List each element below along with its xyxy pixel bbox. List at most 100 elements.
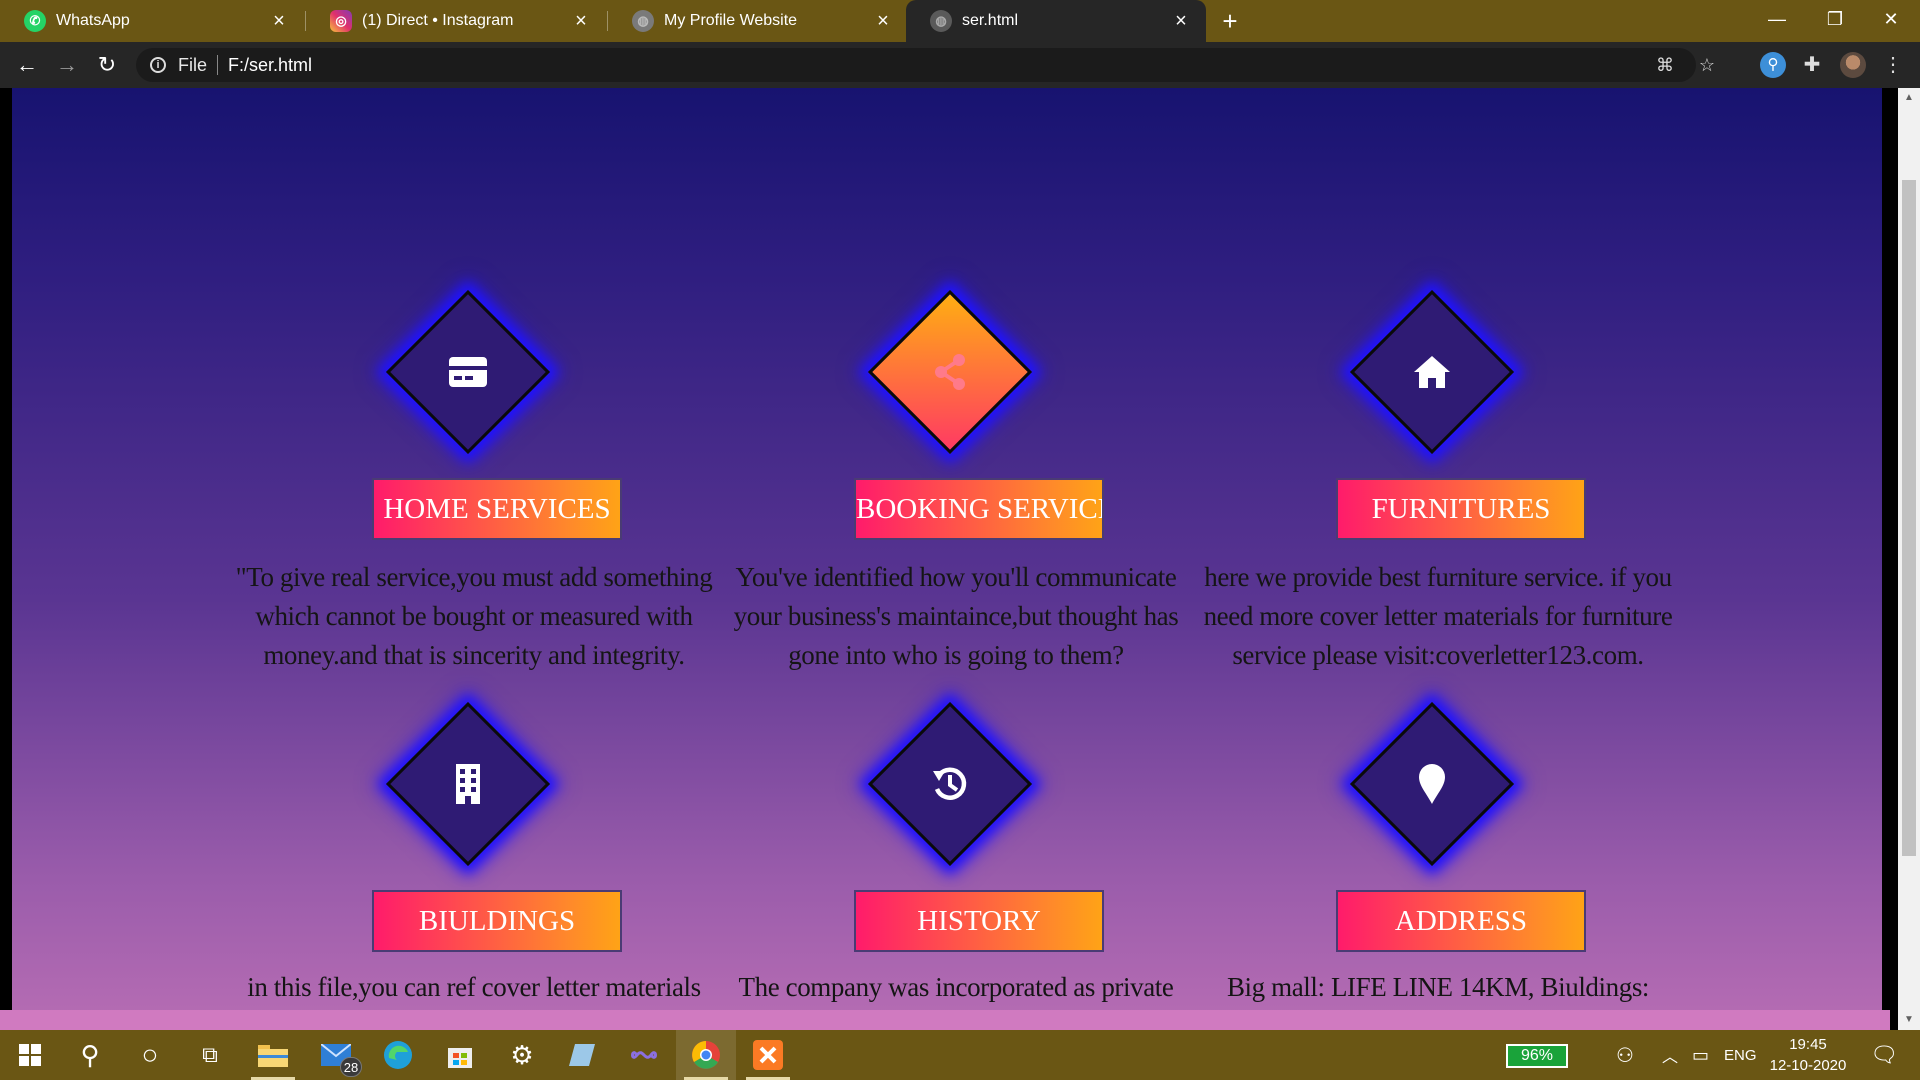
globe-icon: ◍ (632, 10, 654, 32)
store-icon[interactable] (430, 1030, 490, 1080)
biuldings-button[interactable]: BIULDINGS (372, 890, 622, 952)
start-button[interactable] (0, 1030, 60, 1080)
system-clock[interactable]: 19:45 12-10-2020 (1760, 1034, 1856, 1076)
service-description: in this file,you can ref cover letter ma… (194, 968, 754, 1007)
tab-title: WhatsApp (56, 12, 130, 29)
mail-badge: 28 (340, 1057, 362, 1077)
description-line: here we provide best furniture service. … (1204, 562, 1672, 592)
globe-icon: ◍ (930, 10, 952, 32)
booking-service-button[interactable]: BOOKING SERVICE (854, 478, 1104, 540)
close-icon[interactable]: × (570, 10, 592, 32)
tab-my-profile-website[interactable]: ◍ My Profile Website × (608, 0, 908, 42)
description-line: your business's maintaince,but thought h… (733, 601, 1179, 631)
tab-whatsapp[interactable]: ✆ WhatsApp × (0, 0, 304, 42)
close-icon[interactable]: × (268, 10, 290, 32)
address-divider (217, 55, 219, 75)
battery-tray-icon[interactable]: ▭ (1692, 1030, 1709, 1080)
description-line: need more cover letter materials for fur… (1203, 601, 1673, 631)
service-description: You've identified how you'll communicate… (676, 558, 1236, 675)
reload-button[interactable]: ↻ (92, 50, 122, 80)
services-page: HOME SERVICES "To give real service,you … (12, 88, 1882, 1018)
history-icon (895, 729, 1005, 839)
service-description: Big mall: LIFE LINE 14KM, Biuldings: (1158, 968, 1718, 1007)
windows-taskbar: ⚲ ○ ⧉ 28 ⚙ 96% ⚇ ︿ ▭ ENG 19:45 12-10-202… (0, 1030, 1920, 1080)
home-icon (1377, 317, 1487, 427)
cortana-icon[interactable]: ○ (120, 1030, 180, 1080)
restore-button[interactable]: ❐ (1806, 0, 1864, 38)
service-icon-frame (385, 701, 551, 867)
credit-card-icon (413, 317, 523, 427)
bookmark-star-icon[interactable]: ☆ (1696, 54, 1718, 76)
settings-gear-icon[interactable]: ⚙ (492, 1030, 552, 1080)
scrollbar-thumb[interactable] (1902, 180, 1916, 856)
page-viewport: HOME SERVICES "To give real service,you … (0, 88, 1920, 1030)
menu-kebab-icon[interactable]: ⋮ (1880, 52, 1906, 78)
address-url[interactable]: F:/ser.html (228, 55, 312, 76)
close-window-button[interactable]: ✕ (1862, 0, 1920, 38)
back-button[interactable]: ← (12, 50, 42, 80)
edge-browser-icon[interactable] (368, 1030, 428, 1080)
clock-time: 19:45 (1789, 1036, 1827, 1053)
service-icon-frame (867, 289, 1033, 455)
close-icon[interactable]: × (1170, 10, 1192, 32)
browser-toolbar: ← → ↻ i File F:/ser.html ⌘ ☆ ⚲ ✚ ⋮ (0, 42, 1920, 88)
search-icon[interactable]: ⚲ (60, 1030, 120, 1080)
description-line: money.and that is sincerity and integrit… (263, 640, 685, 670)
profile-avatar[interactable] (1840, 52, 1866, 78)
share-icon (895, 317, 1005, 427)
description-line: service please visit:coverletter123.com. (1232, 640, 1644, 670)
home-services-button[interactable]: HOME SERVICES (372, 478, 622, 540)
close-icon[interactable]: × (872, 10, 894, 32)
mail-icon[interactable]: 28 (306, 1030, 366, 1080)
building-icon (413, 729, 523, 839)
new-tab-button[interactable]: + (1216, 7, 1244, 35)
extension-search-icon[interactable]: ⚲ (1760, 52, 1786, 78)
description-line: The company was incorporated as private (738, 972, 1174, 1002)
address-scheme: File (178, 54, 208, 75)
forward-button[interactable]: → (52, 50, 82, 80)
whatsapp-icon: ✆ (24, 10, 46, 32)
address-button[interactable]: ADDRESS (1336, 890, 1586, 952)
history-button[interactable]: HISTORY (854, 890, 1104, 952)
chrome-icon[interactable] (676, 1030, 736, 1080)
show-hidden-icons-chevron-icon[interactable]: ︿ (1662, 1030, 1678, 1080)
tab-title: My Profile Website (664, 12, 798, 29)
description-line: gone into who is going to them? (788, 640, 1124, 670)
notes-app-icon[interactable] (552, 1030, 612, 1080)
vertical-scrollbar[interactable]: ▲ ▼ (1898, 88, 1920, 1030)
translate-icon[interactable]: ⌘ (1654, 54, 1676, 76)
service-icon-frame (1349, 701, 1515, 867)
description-line: Big mall: LIFE LINE 14KM, Biuldings: (1226, 972, 1650, 1002)
address-bar[interactable]: i File F:/ser.html ⌘ ☆ (136, 48, 1715, 82)
windows-logo-icon (19, 1044, 41, 1066)
info-icon[interactable]: i (150, 57, 166, 73)
extensions-puzzle-icon[interactable]: ✚ (1799, 52, 1825, 78)
battery-indicator[interactable]: 96% (1506, 1044, 1568, 1068)
file-explorer-icon[interactable] (243, 1030, 303, 1080)
tab-title: ser.html (962, 12, 1019, 29)
minimize-button[interactable]: — (1748, 0, 1806, 38)
service-icon-frame (867, 701, 1033, 867)
service-description: The company was incorporated as private (676, 968, 1236, 1007)
notifications-icon[interactable]: 🗨 (1870, 1030, 1898, 1080)
language-indicator[interactable]: ENG (1724, 1030, 1757, 1080)
tab-instagram[interactable]: ◎ (1) Direct • Instagram × (306, 0, 606, 42)
task-view-icon[interactable]: ⧉ (180, 1030, 240, 1080)
people-icon[interactable]: ⚇ (1616, 1030, 1634, 1080)
description-line: You've identified how you'll communicate (735, 562, 1177, 592)
service-icon-frame (1349, 289, 1515, 455)
description-line: which cannot be bought or measured with (255, 601, 693, 631)
infinity-app-icon[interactable] (614, 1030, 674, 1080)
scroll-up-icon[interactable]: ▲ (1898, 88, 1920, 108)
furnitures-button[interactable]: FURNITURES (1336, 478, 1586, 540)
service-description: here we provide best furniture service. … (1158, 558, 1718, 675)
tab-ser-html[interactable]: ◍ ser.html × (906, 0, 1206, 42)
clock-date: 12-10-2020 (1769, 1057, 1847, 1074)
description-line: "To give real service,you must add somet… (235, 562, 713, 592)
xampp-icon[interactable] (738, 1030, 798, 1080)
service-description: "To give real service,you must add somet… (194, 558, 754, 675)
browser-titlebar: ✆ WhatsApp × ◎ (1) Direct • Instagram × … (0, 0, 1920, 42)
description-line: in this file,you can ref cover letter ma… (247, 972, 701, 1002)
scroll-down-icon[interactable]: ▼ (1898, 1010, 1920, 1030)
tab-title: (1) Direct • Instagram (362, 12, 514, 29)
